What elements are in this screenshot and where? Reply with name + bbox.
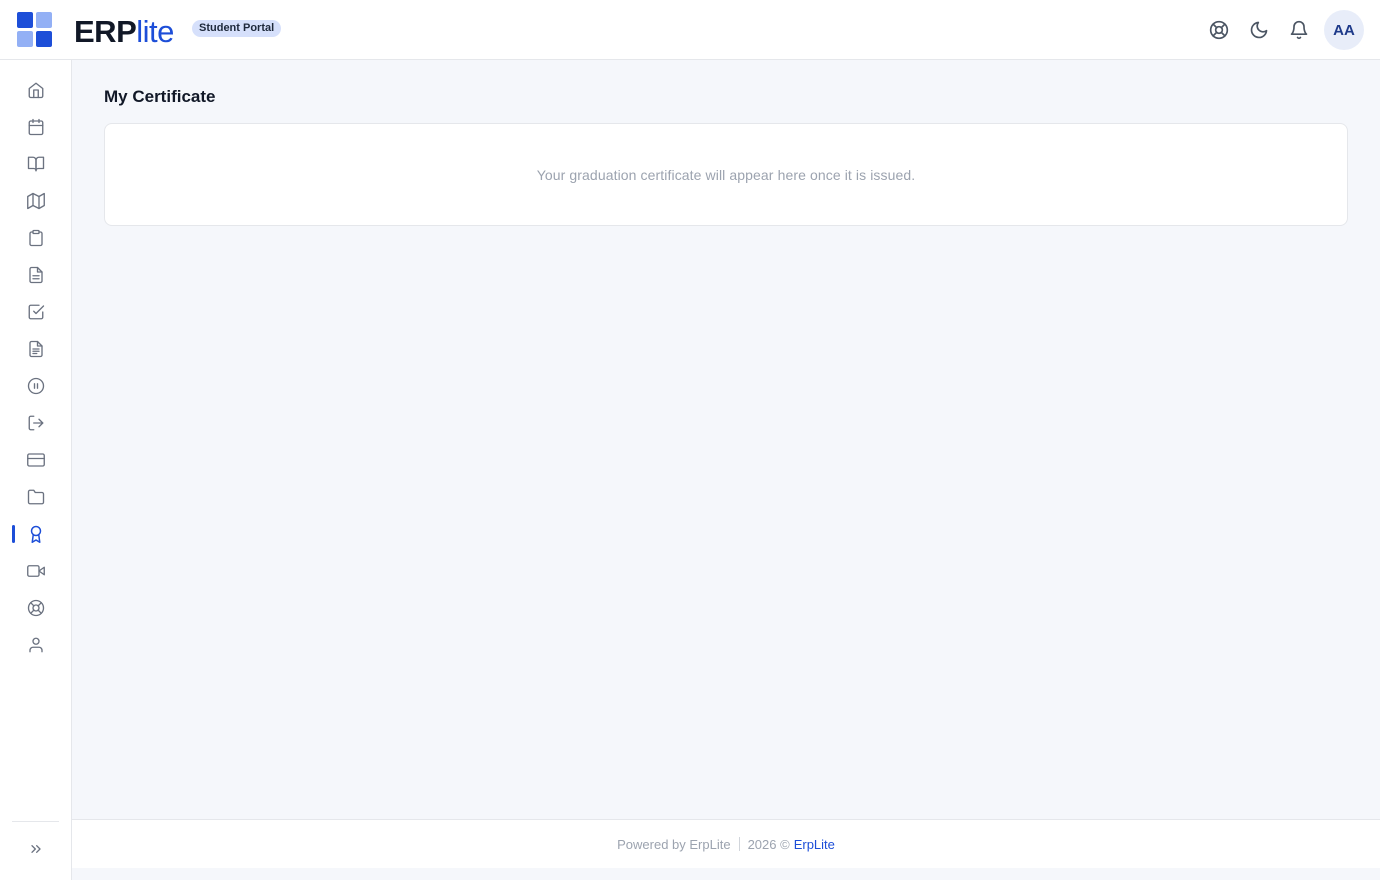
credit-card-icon	[27, 453, 45, 467]
chevrons-right-icon	[31, 845, 41, 853]
check-square-icon	[28, 304, 45, 320]
sidebar-item-profile[interactable]	[24, 633, 48, 657]
active-indicator	[12, 525, 15, 543]
lifebuoy-icon	[1209, 20, 1229, 40]
sidebar-item-payments[interactable]	[24, 448, 48, 472]
document-icon	[29, 340, 43, 358]
moon-icon	[1250, 21, 1268, 39]
sidebar-item-courses[interactable]	[24, 152, 48, 176]
sidebar-item-calendar[interactable]	[24, 115, 48, 139]
empty-state-message: Your graduation certificate will appear …	[536, 166, 916, 183]
map-icon	[27, 192, 45, 210]
sidebar-collapse-button[interactable]	[24, 837, 48, 861]
footer: Powered by ErpLite 2026 © ErpLite	[72, 819, 1380, 868]
sidebar-item-documents[interactable]	[24, 337, 48, 361]
sidebar-divider	[12, 821, 59, 822]
user-avatar[interactable]: AA	[1324, 10, 1364, 50]
logo-part-erp: ERP	[74, 14, 137, 49]
sidebar-item-clipboard[interactable]	[24, 226, 48, 250]
footer-erplite-link[interactable]: ErpLite	[794, 837, 835, 852]
bell-icon	[1290, 20, 1308, 40]
sidebar-item-certificate[interactable]	[24, 522, 48, 546]
sidebar-item-support[interactable]	[24, 596, 48, 620]
clipboard-icon	[29, 229, 43, 247]
folder-icon	[27, 489, 45, 505]
file-text-icon	[29, 266, 43, 284]
copyright-text: 2026 ©	[747, 836, 790, 852]
logo-wordmark[interactable]: ERPlite	[74, 14, 174, 50]
sidebar-item-home[interactable]	[24, 78, 48, 102]
sidebar-item-map[interactable]	[24, 189, 48, 213]
home-icon	[28, 82, 44, 99]
certificate-card: Your graduation certificate will appear …	[104, 123, 1348, 226]
sidebar	[0, 60, 72, 880]
portal-badge: Student Portal	[192, 20, 282, 37]
sidebar-item-video[interactable]	[24, 559, 48, 583]
sidebar-item-pause[interactable]	[24, 374, 48, 398]
top-header: ERPlite Student Portal AA	[0, 0, 1380, 60]
footer-separator	[738, 837, 740, 851]
pause-circle-icon	[27, 377, 45, 395]
user-icon	[29, 637, 43, 653]
sidebar-item-tasks[interactable]	[24, 300, 48, 324]
book-open-icon	[27, 156, 45, 172]
lifebuoy-icon	[27, 599, 45, 617]
powered-by-text: Powered by ErpLite	[617, 836, 731, 852]
notifications-button[interactable]	[1287, 18, 1311, 42]
sidebar-item-folders[interactable]	[24, 485, 48, 509]
page-title: My Certificate	[104, 87, 216, 106]
award-icon	[30, 525, 42, 543]
logo-part-lite: lite	[136, 14, 174, 49]
logo-mark-icon	[17, 12, 53, 48]
video-icon	[27, 565, 45, 577]
sidebar-item-file-text[interactable]	[24, 263, 48, 287]
calendar-icon	[28, 118, 44, 136]
sidebar-item-exit[interactable]	[24, 411, 48, 435]
logout-icon	[28, 415, 44, 431]
help-button[interactable]	[1207, 18, 1231, 42]
theme-toggle-button[interactable]	[1247, 18, 1271, 42]
